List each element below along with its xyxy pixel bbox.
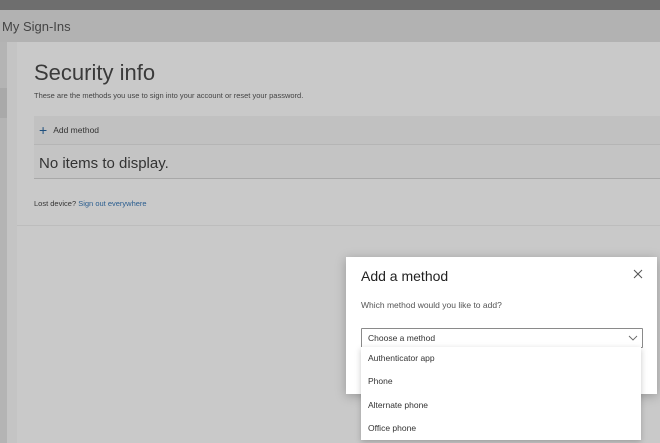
add-method-label: Add method — [53, 125, 100, 135]
lost-device-row: Lost device? Sign out everywhere — [34, 199, 147, 208]
methods-card: + Add method No items to display. — [34, 116, 660, 179]
method-dropdown-list: Authenticator app Phone Alternate phone … — [361, 347, 641, 440]
app-title[interactable]: My Sign-Ins — [2, 19, 71, 34]
top-band — [0, 0, 660, 10]
add-method-button[interactable]: + Add method — [39, 123, 99, 137]
sign-out-everywhere-link[interactable]: Sign out everywhere — [78, 199, 146, 208]
method-option-authenticator-app[interactable]: Authenticator app — [361, 347, 641, 370]
empty-state-text: No items to display. — [39, 155, 169, 172]
app-header: My Sign-Ins — [0, 10, 660, 42]
method-select[interactable]: Choose a method — [361, 328, 643, 348]
plus-icon: + — [39, 122, 48, 138]
page-subtitle: These are the methods you use to sign in… — [34, 91, 304, 100]
method-option-phone[interactable]: Phone — [361, 370, 641, 393]
option-label: Alternate phone — [368, 400, 429, 410]
page-title: Security info — [34, 60, 156, 85]
left-nav-selected-indicator — [0, 88, 7, 118]
methods-card-toolbar: + Add method — [34, 116, 660, 145]
method-option-office-phone[interactable]: Office phone — [361, 417, 641, 440]
dialog-question: Which method would you like to add? — [361, 300, 502, 310]
dialog-title: Add a method — [361, 268, 449, 284]
option-label: Authenticator app — [368, 353, 435, 363]
method-option-alternate-phone[interactable]: Alternate phone — [361, 394, 641, 417]
close-icon[interactable] — [631, 267, 645, 281]
lost-device-label: Lost device? — [34, 199, 77, 208]
content-divider — [17, 225, 660, 226]
option-label: Office phone — [368, 423, 417, 433]
chevron-down-icon — [628, 335, 638, 341]
option-label: Phone — [368, 376, 393, 386]
method-select-value: Choose a method — [368, 333, 436, 343]
